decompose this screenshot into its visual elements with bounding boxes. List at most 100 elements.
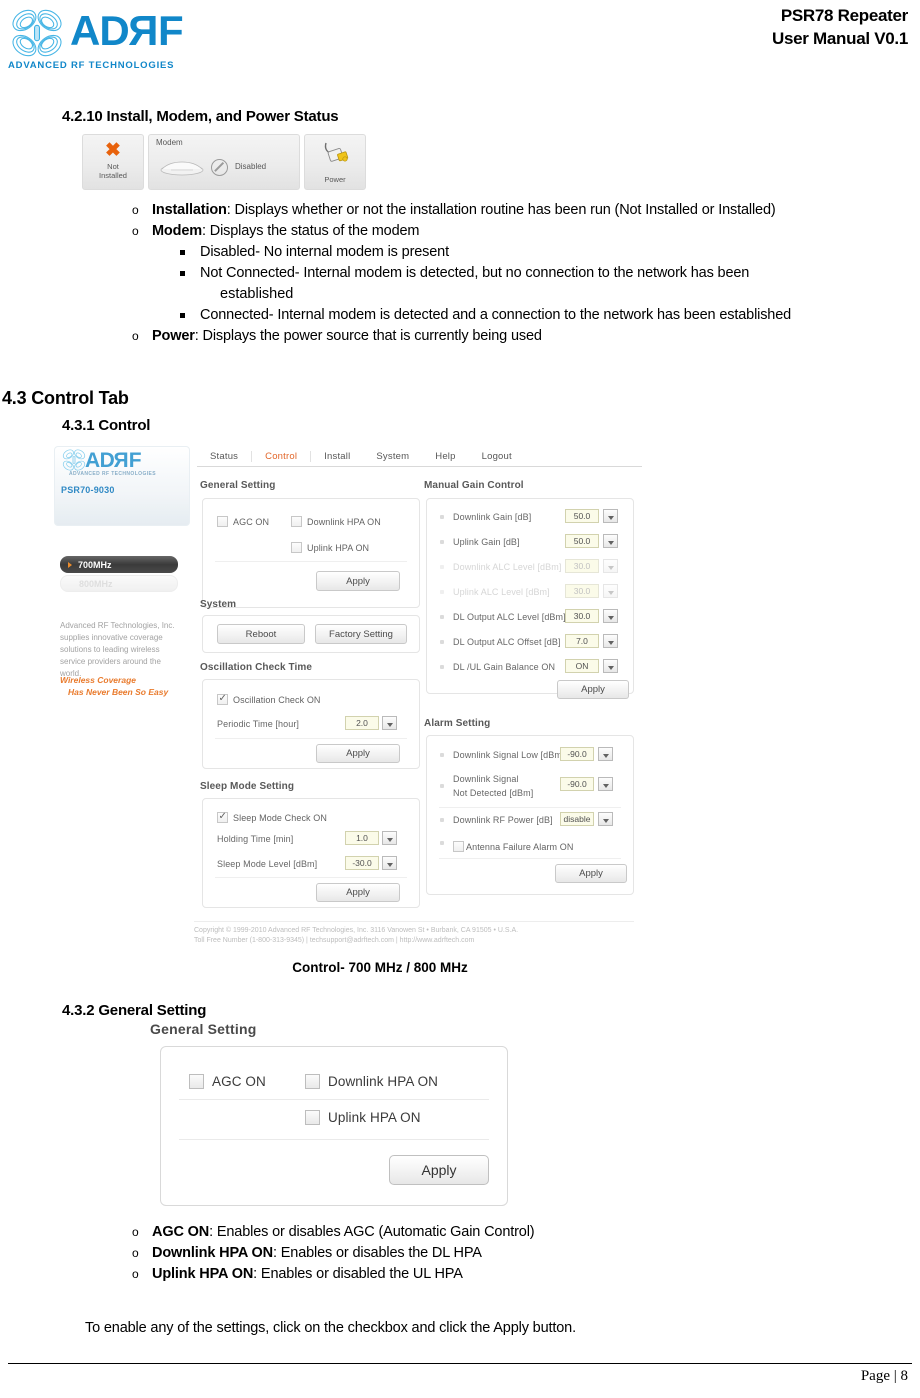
adrf-logo: ADRF ADVANCED RF TECHNOLOGIES [8,4,188,76]
gs-ul-hpa-checkbox-wrap[interactable]: Uplink HPA ON [291,538,369,556]
app-tab-status[interactable]: Status [197,451,251,462]
fig-dl-hpa-checkbox[interactable] [305,1074,320,1089]
row-bullet-icon [440,784,444,788]
alarm-value-2[interactable]: disable [560,812,594,826]
sidebar-logo-f: F [128,449,142,472]
fig-apply-button[interactable]: Apply [389,1155,489,1185]
doc-title-line1: PSR78 Repeater [780,6,908,25]
antenna-failure-alarm-checkbox[interactable] [453,841,464,852]
install-label-line1: Not [107,162,119,171]
manual-gain-apply-button[interactable]: Apply [557,680,629,699]
mgc-value-1[interactable]: 50.0 [565,534,599,548]
logo-r: R [128,7,159,54]
heading-4-3-2: 4.3.2 General Setting [62,1002,207,1019]
mgc-dropdown-5[interactable] [603,634,618,648]
row-bullet-icon [440,841,444,845]
panel-title-sleep-mode: Sleep Mode Setting [200,781,295,792]
alarm-value-1[interactable]: -90.0 [560,777,594,791]
app-tab-install[interactable]: Install [311,451,363,462]
gs-dl-hpa-checkbox[interactable] [291,516,302,527]
fig-dl-hpa-wrap[interactable]: Downlink HPA ON [305,1073,438,1091]
divider [439,807,621,808]
modem-status-text: Disabled [235,162,267,171]
app-tab-system[interactable]: System [363,451,422,462]
reboot-button[interactable]: Reboot [217,624,305,644]
oscillation-apply-button[interactable]: Apply [316,744,400,763]
heading-4-2-10: 4.2.10 Install, Modem, and Power Status [62,108,339,125]
holding-time-value[interactable]: 1.0 [345,831,379,845]
list-item: Power: Displays the power source that is… [100,326,920,347]
app-tab-control[interactable]: Control [251,450,312,462]
mgc-dropdown-4[interactable] [603,609,618,623]
list-item: Uplink HPA ON: Enables or disabled the U… [100,1264,860,1285]
mgc-dropdown-1[interactable] [603,534,618,548]
periodic-time-dropdown-arrow[interactable] [382,716,397,730]
sidebar-wordmark: ADRF [85,449,142,473]
modem-device-icon [160,161,204,176]
gs-dl-hpa-checkbox-wrap[interactable]: Downlink HPA ON [291,512,381,530]
mgc-dropdown-6[interactable] [603,659,618,673]
sub-list-item-continuation: established [220,286,294,302]
app-tab-logout[interactable]: Logout [469,451,525,462]
bullet-text: : Enables or disables AGC (Automatic Gai… [209,1224,535,1240]
gs-ul-hpa-checkbox[interactable] [291,542,302,553]
alarm-label-2: Downlink RF Power [dB] [453,815,553,825]
sidebar-tagline: ADVANCED RF TECHNOLOGIES [69,471,157,477]
panel-system: Reboot Factory Setting [202,615,420,653]
copyright-line2: Toll Free Number (1-800-313-9345) | tech… [194,937,475,944]
alarm-value-0[interactable]: -90.0 [560,747,594,761]
mgc-label-5: DL Output ALC Offset [dB] [453,637,561,647]
alarm-dropdown-2[interactable] [598,812,613,826]
status-description-list: Installation: Displays whether or not th… [100,200,920,347]
list-item: AGC ON: Enables or disables AGC (Automat… [100,1222,860,1243]
panel-sleep-mode: Sleep Mode Check ON Holding Time [min] 1… [202,798,420,908]
figure-caption-control: Control- 700 MHz / 800 MHz [292,960,468,975]
sleep-mode-check-checkbox[interactable] [217,811,228,823]
power-status-label: Power [324,175,346,184]
modem-box-title: Modem [156,138,183,147]
mgc-value-5[interactable]: 7.0 [565,634,599,648]
alarm-apply-button[interactable]: Apply [555,864,627,883]
app-copyright-footer: Copyright © 1999-2010 Advanced RF Techno… [194,921,634,946]
sidebar-logo-card: ADRF ADVANCED RF TECHNOLOGIES PSR70-9030 [54,446,190,526]
holding-time-dropdown-arrow[interactable] [382,831,397,845]
alarm-dropdown-0[interactable] [598,747,613,761]
footer-divider [8,1363,912,1364]
adrf-wordmark: ADRF [70,7,184,54]
fig-agc-label: AGC ON [212,1074,266,1089]
mgc-value-0[interactable]: 50.0 [565,509,599,523]
alarm-label-1b: Not Detected [dBm] [453,788,534,798]
fig-agc-wrap[interactable]: AGC ON [189,1073,266,1091]
mgc-dropdown-0[interactable] [603,509,618,523]
sleep-mode-apply-button[interactable]: Apply [316,883,400,902]
sidebar-logo-ad: AD [85,449,115,472]
mgc-label-3: Uplink ALC Level [dBm] [453,587,550,597]
gs-agc-checkbox[interactable] [217,516,228,527]
sleep-mode-level-dropdown-arrow[interactable] [382,856,397,870]
sidebar-band-800mhz[interactable]: 800MHz [60,575,178,592]
fig-ul-hpa-checkbox[interactable] [305,1110,320,1125]
panel-title-alarm-setting: Alarm Setting [424,718,491,729]
row-bullet-icon [440,615,444,619]
prohibited-icon [211,159,228,176]
osc-check-wrap[interactable]: Oscillation Check ON [217,690,321,708]
bullet-term: AGC ON [152,1224,210,1240]
slogan-line2: Has Never Been So Easy [68,687,169,697]
gs-apply-button[interactable]: Apply [316,571,400,591]
periodic-time-value[interactable]: 2.0 [345,716,379,730]
general-setting-figure-box: AGC ON Downlink HPA ON Uplink HPA ON App… [160,1046,508,1206]
row-bullet-icon [440,590,444,594]
fig-ul-hpa-wrap[interactable]: Uplink HPA ON [305,1109,421,1127]
sleep-mode-level-value[interactable]: -30.0 [345,856,379,870]
antenna-failure-wrap[interactable]: Antenna Failure Alarm ON [453,837,573,855]
mgc-value-4[interactable]: 30.0 [565,609,599,623]
gs-agc-checkbox-wrap[interactable]: AGC ON [217,512,269,530]
alarm-dropdown-1[interactable] [598,777,613,791]
sidebar-band-700mhz[interactable]: 700MHz [60,556,178,573]
oscillation-check-checkbox[interactable] [217,693,228,705]
mgc-value-6[interactable]: ON [565,659,599,673]
app-tab-help[interactable]: Help [422,451,468,462]
fig-agc-checkbox[interactable] [189,1074,204,1089]
factory-setting-button[interactable]: Factory Setting [315,624,407,644]
sleep-check-wrap[interactable]: Sleep Mode Check ON [217,808,327,826]
